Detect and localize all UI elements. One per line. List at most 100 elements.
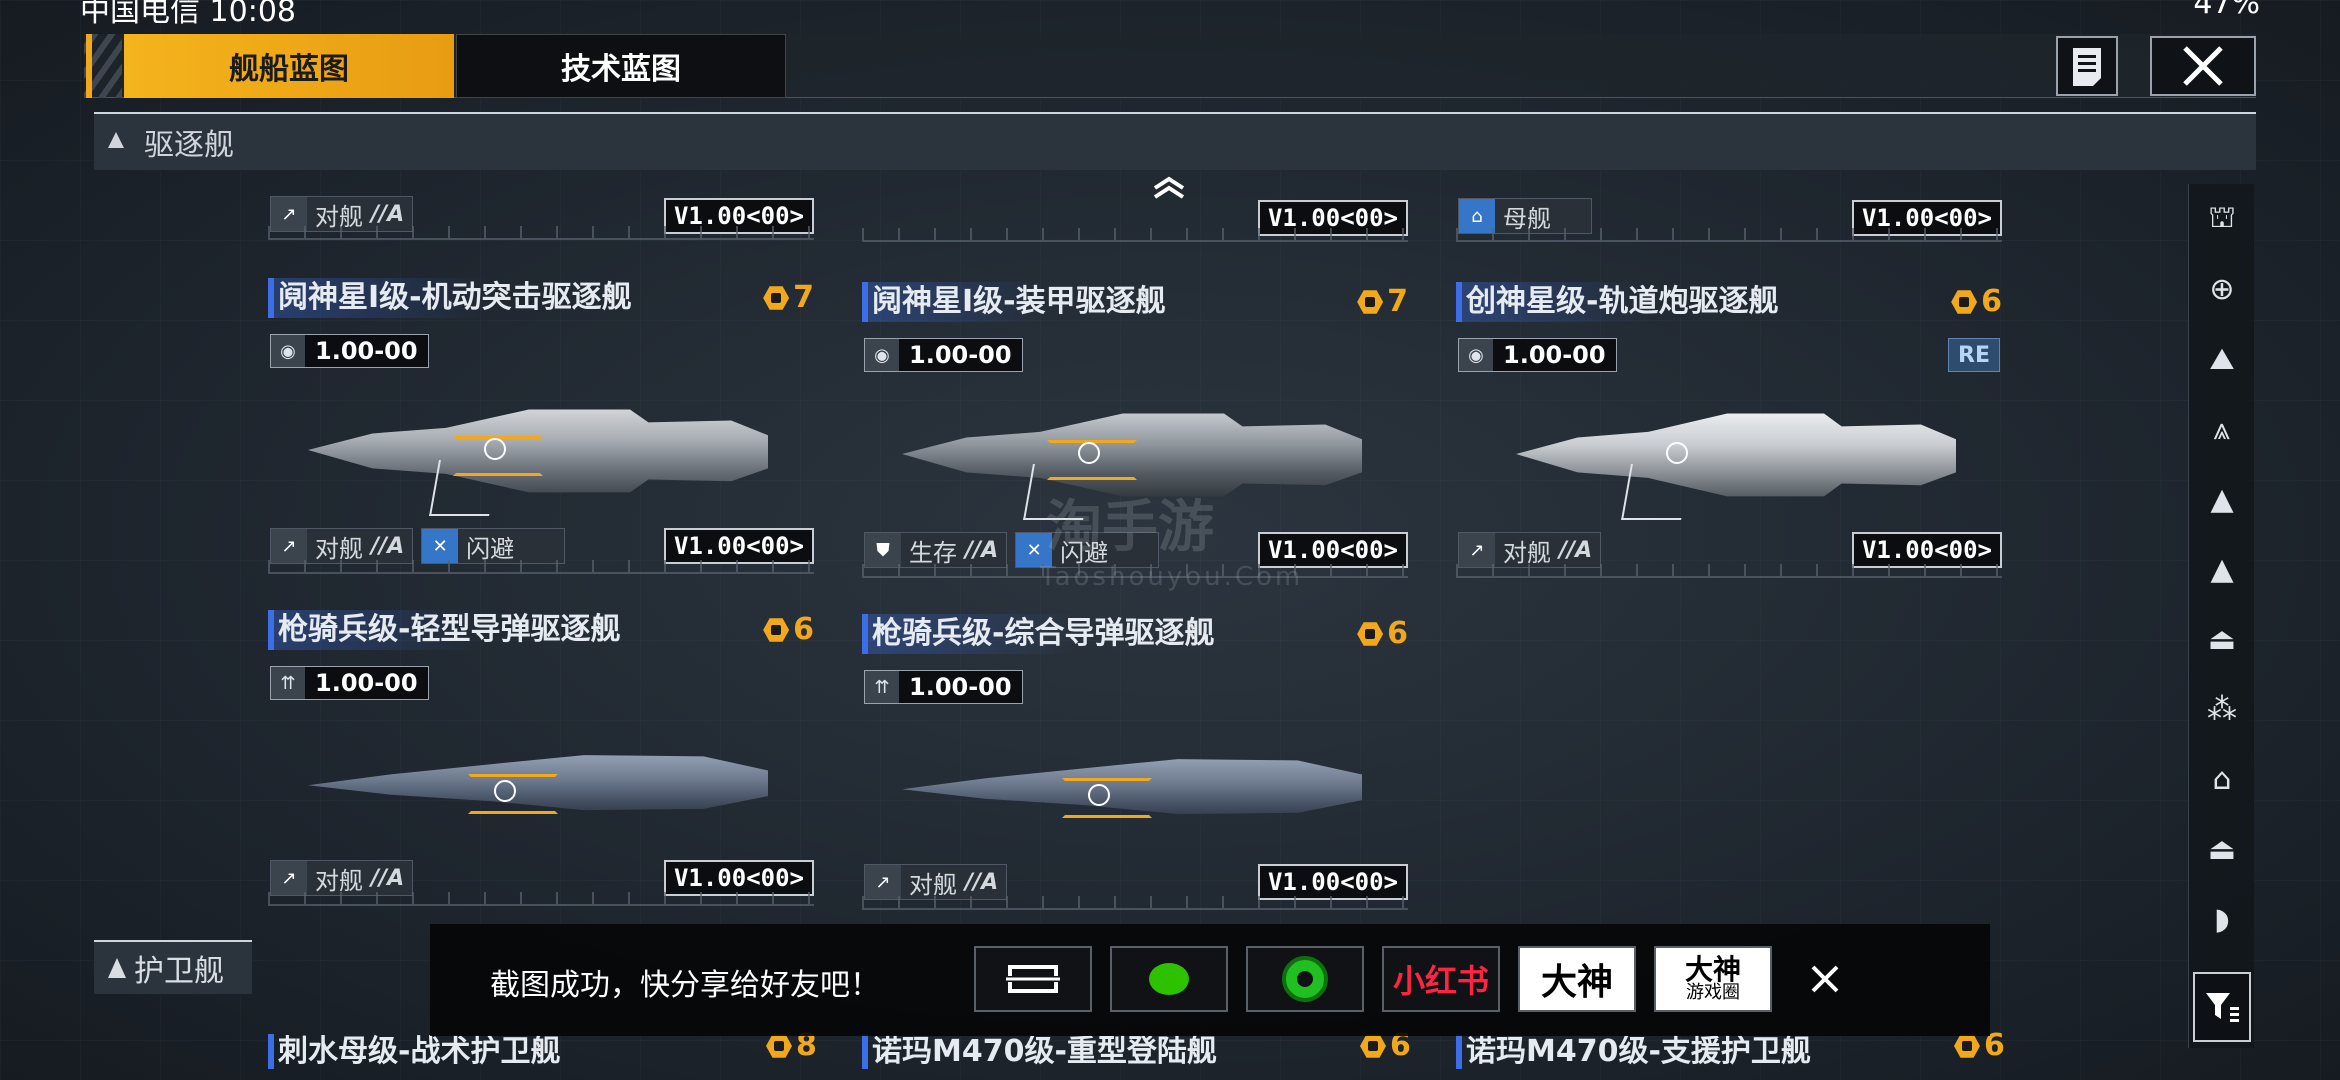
cost-box: ◉ 1.00-00 <box>270 334 429 368</box>
tag-row: ↗ 对舰//A <box>1458 532 1602 568</box>
moments-icon <box>1282 956 1328 1002</box>
filter-carrier-icon[interactable]: ⊕ <box>2199 266 2245 312</box>
dodge-icon: ✕ <box>422 529 459 563</box>
close-icon <box>1811 965 1839 993</box>
tag-anti-ship: ↗ 对舰//A <box>270 528 414 564</box>
watermark-logo: 淘手游 <box>1046 495 1214 560</box>
version-label: V1.00<00> <box>1851 532 2002 568</box>
tag-row: ↗ 对舰//A <box>864 864 1008 900</box>
version-label: V1.00<00> <box>663 860 814 896</box>
cost-box: ◉ 1.00-00 <box>864 338 1023 372</box>
share-dashen-button[interactable]: 大神 <box>1518 946 1636 1012</box>
tag-dodge: ✕ 闪避 <box>421 528 566 564</box>
share-moments-button[interactable] <box>1246 946 1364 1012</box>
ship-card[interactable]: 阋神星Ⅰ级-机动突击驱逐舰 7 ◉ 1.00-00 ↗ 对舰//A ✕ 闪避 V1… <box>268 278 814 578</box>
ship-title: 创神星级-轨道炮驱逐舰 <box>1456 282 1779 322</box>
tag-anti-ship: ↗ 对舰//A <box>864 864 1008 900</box>
version-label: V1.00<00> <box>1257 864 1408 900</box>
anti-ship-icon: ↗ <box>271 861 307 895</box>
filter-escort-icon[interactable]: ▲ <box>2199 546 2245 592</box>
filter-destroyer-icon[interactable]: ▲ <box>2199 476 2245 522</box>
tab-tech-blueprint[interactable]: 技术蓝图 <box>456 34 786 98</box>
cost-box: ◉ 1.00-00 <box>1458 338 1617 372</box>
filter-battleship-icon[interactable]: ⛫ <box>2199 196 2245 242</box>
anti-ship-icon: ↗ <box>865 865 901 899</box>
section-title: 驱逐舰 <box>144 128 234 163</box>
ship-level: 6 <box>1954 1026 2340 1066</box>
cost-box: ⇈ 1.00-00 <box>270 666 429 700</box>
filter-utility-icon[interactable]: ⏏ <box>2199 826 2245 872</box>
close-icon <box>2183 46 2223 86</box>
ruler <box>862 896 1408 910</box>
document-icon <box>2073 48 2101 86</box>
share-xiaohongshu-button[interactable]: 小红书 <box>1382 946 1500 1012</box>
level-hex-icon <box>1357 290 1384 314</box>
ship-level: 6 <box>1357 614 1408 654</box>
cost-box: ⇈ 1.00-00 <box>864 670 1023 704</box>
battery-level: 47% <box>2193 0 2260 21</box>
screenshot-share-toast: 截图成功，快分享给好友吧！ 小红书 大神 大神 游戏圈 <box>430 924 1990 1036</box>
ruler <box>862 228 1408 242</box>
ship-title: 阋神星Ⅰ级-装甲驱逐舰 <box>862 282 1166 322</box>
ruler <box>1456 228 2002 242</box>
section-header-destroyer[interactable]: 驱逐舰 <box>94 112 2256 170</box>
ship-level: 6 <box>1951 282 2002 322</box>
ship-image <box>902 710 1362 860</box>
ship-level: 7 <box>1357 282 1408 322</box>
ship-type-filter-rail: ⛫ ⊕ ⛰ ⩓ ▲ ▲ ⏏ ⁂ ⌂ ⏏ ◗ <box>2188 184 2254 1048</box>
document-button[interactable] <box>2056 36 2118 96</box>
ship-level: 7 <box>763 278 814 318</box>
re-badge: RE <box>1948 338 2000 372</box>
filter-fighter-icon[interactable]: ⁂ <box>2199 686 2245 732</box>
tab-ship-blueprint[interactable]: 舰船蓝图 <box>124 34 454 98</box>
filter-frigate-icon[interactable]: ⩓ <box>2199 406 2245 452</box>
status-bar: 中国电信 10:08 47% <box>80 0 2260 29</box>
share-screenshot-button[interactable] <box>974 946 1092 1012</box>
watermark-url: Taoshouyou.Com <box>1040 562 1304 592</box>
level-hex-icon <box>763 286 790 310</box>
close-button[interactable] <box>2150 36 2256 96</box>
scroll-up-chevron-icon[interactable] <box>1152 176 1186 200</box>
toast-message: 截图成功，快分享给好友吧！ <box>490 968 880 1003</box>
ship-image <box>308 706 768 856</box>
filter-cruiser-icon[interactable]: ⛰ <box>2199 336 2245 382</box>
share-wechat-button[interactable] <box>1110 946 1228 1012</box>
tag-row: ↗ 对舰//A <box>270 860 414 896</box>
share-dashen-circle-button[interactable]: 大神 游戏圈 <box>1654 946 1772 1012</box>
tag-survival: ⛊ 生存//A <box>864 532 1008 568</box>
top-tab-bar: 舰船蓝图 技术蓝图 <box>84 34 2256 98</box>
section-title: 护卫舰 <box>134 954 224 989</box>
toast-close-button[interactable] <box>1800 954 1850 1004</box>
cost-icon: ◉ <box>271 335 305 367</box>
level-hex-icon <box>1357 622 1384 646</box>
missile-icon: ⇈ <box>865 671 899 703</box>
filter-icon <box>2206 993 2239 1022</box>
collapse-triangle-icon <box>108 132 124 148</box>
ship-title: 阋神星Ⅰ级-机动突击驱逐舰 <box>268 278 632 318</box>
version-label: V1.00<00> <box>663 528 814 564</box>
missile-icon: ⇈ <box>271 667 305 699</box>
ship-card[interactable]: 枪骑兵级-综合导弹驱逐舰 6 ⇈ 1.00-00 ↗ 对舰//A V1.00<00… <box>862 614 1408 914</box>
cost-icon: ◉ <box>865 339 899 371</box>
collapse-triangle-icon <box>108 958 126 978</box>
section-header-escort[interactable]: 护卫舰 <box>94 940 252 994</box>
wechat-icon <box>1149 963 1189 995</box>
tag-anti-ship: ↗ 对舰//A <box>270 860 414 896</box>
tag-row: ↗ 对舰//A ✕ 闪避 <box>270 528 566 564</box>
ship-title: 枪骑兵级-轻型导弹驱逐舰 <box>268 610 621 650</box>
filter-corvette-icon[interactable]: ⏏ <box>2199 616 2245 662</box>
ship-title: 枪骑兵级-综合导弹驱逐舰 <box>862 614 1215 654</box>
screenshot-icon <box>1006 965 1060 993</box>
filter-misc-icon[interactable]: ◗ <box>2199 896 2245 942</box>
ruler <box>268 892 814 906</box>
card-partial[interactable]: ⌂ 母舰 V1.00<00> <box>1456 198 2002 246</box>
level-hex-icon <box>1951 290 1978 314</box>
ruler <box>1456 564 2002 578</box>
card-partial[interactable]: V1.00<00> <box>862 198 1408 246</box>
card-partial[interactable]: ↗ 对舰 //A V1.00<00> <box>268 196 814 244</box>
anti-ship-icon: ↗ <box>1459 533 1495 567</box>
anti-ship-icon: ↗ <box>271 529 307 563</box>
ship-card[interactable]: 枪骑兵级-轻型导弹驱逐舰 6 ⇈ 1.00-00 ↗ 对舰//A V1.00<00… <box>268 610 814 910</box>
ship-card[interactable]: 创神星级-轨道炮驱逐舰 6 ◉ 1.00-00 RE ↗ 对舰//A V1.00<… <box>1456 282 2002 582</box>
filter-support-icon[interactable]: ⌂ <box>2199 756 2245 802</box>
